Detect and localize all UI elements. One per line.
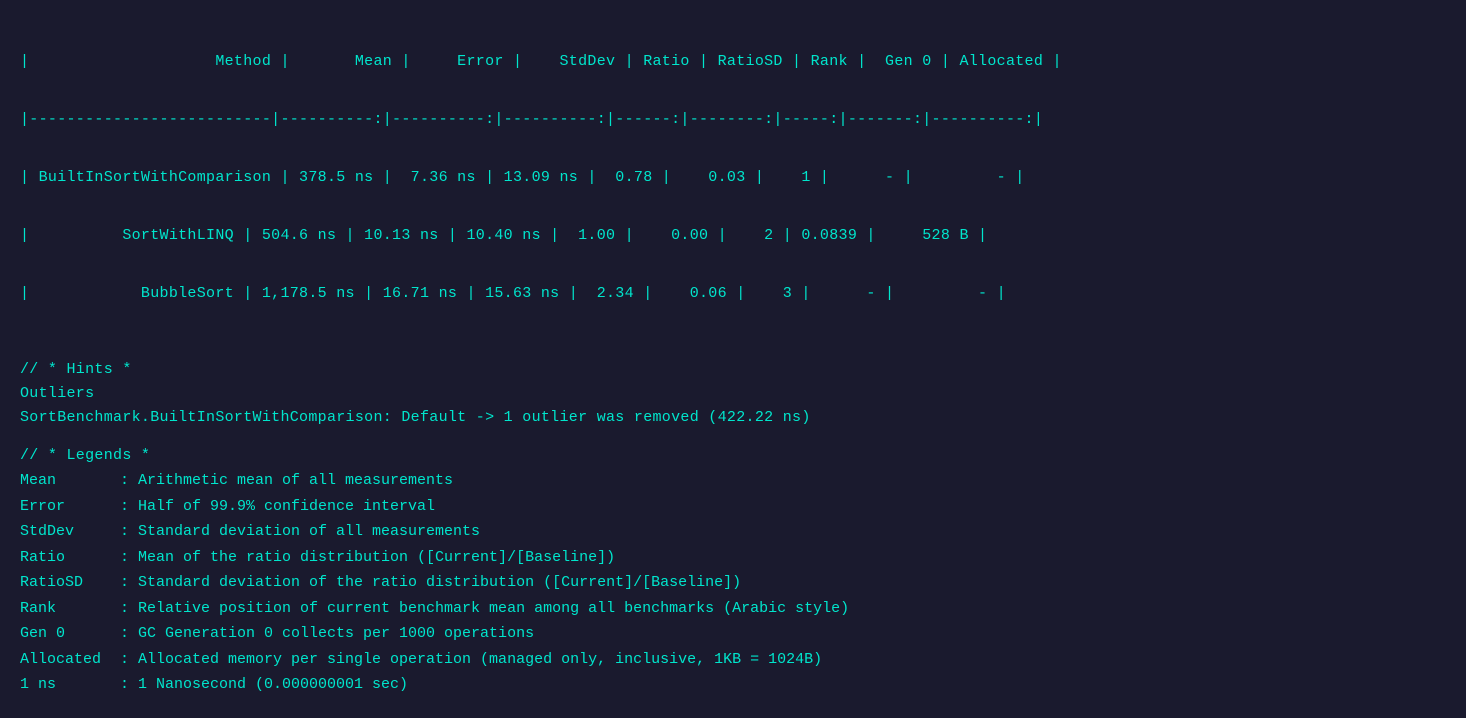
- legend-stddev-key: StdDev: [20, 519, 120, 545]
- legends-section: // * Legends * Mean : Arithmetic mean of…: [20, 444, 1446, 698]
- legend-ratiosd: RatioSD : Standard deviation of the rati…: [20, 570, 1446, 596]
- hints-comment: // * Hints *: [20, 358, 1446, 382]
- outlier-detail: SortBenchmark.BuiltInSortWithComparison:…: [20, 406, 1446, 430]
- legend-error-value: : Half of 99.9% confidence interval: [120, 494, 435, 520]
- legend-gen0-key: Gen 0: [20, 621, 120, 647]
- legend-gen0: Gen 0 : GC Generation 0 collects per 100…: [20, 621, 1446, 647]
- legend-ratio: Ratio : Mean of the ratio distribution (…: [20, 545, 1446, 571]
- legend-ratiosd-value: : Standard deviation of the ratio distri…: [120, 570, 741, 596]
- legend-stddev-value: : Standard deviation of all measurements: [120, 519, 480, 545]
- table-row-3: | BubbleSort | 1,178.5 ns | 16.71 ns | 1…: [20, 282, 1446, 306]
- legend-rank-value: : Relative position of current benchmark…: [120, 596, 849, 622]
- benchmark-table: | Method | Mean | Error | StdDev | Ratio…: [20, 16, 1446, 340]
- table-separator: |--------------------------|----------:|…: [20, 108, 1446, 132]
- benchmark-output: | Method | Mean | Error | StdDev | Ratio…: [20, 16, 1446, 698]
- legend-1ns-key: 1 ns: [20, 672, 120, 698]
- legend-1ns: 1 ns : 1 Nanosecond (0.000000001 sec): [20, 672, 1446, 698]
- legend-ratiosd-key: RatioSD: [20, 570, 120, 596]
- outliers-label: Outliers: [20, 382, 1446, 406]
- legend-mean: Mean : Arithmetic mean of all measuremen…: [20, 468, 1446, 494]
- legend-allocated-value: : Allocated memory per single operation …: [120, 647, 822, 673]
- legends-comment: // * Legends *: [20, 444, 1446, 468]
- legend-mean-value: : Arithmetic mean of all measurements: [120, 468, 453, 494]
- hints-section: // * Hints * Outliers SortBenchmark.Buil…: [20, 358, 1446, 430]
- table-row-1: | BuiltInSortWithComparison | 378.5 ns |…: [20, 166, 1446, 190]
- table-row-2: | SortWithLINQ | 504.6 ns | 10.13 ns | 1…: [20, 224, 1446, 248]
- table-header: | Method | Mean | Error | StdDev | Ratio…: [20, 50, 1446, 74]
- legend-error: Error : Half of 99.9% confidence interva…: [20, 494, 1446, 520]
- legend-rank: Rank : Relative position of current benc…: [20, 596, 1446, 622]
- legend-ratio-key: Ratio: [20, 545, 120, 571]
- legend-allocated: Allocated : Allocated memory per single …: [20, 647, 1446, 673]
- legend-gen0-value: : GC Generation 0 collects per 1000 oper…: [120, 621, 534, 647]
- legend-stddev: StdDev : Standard deviation of all measu…: [20, 519, 1446, 545]
- legend-error-key: Error: [20, 494, 120, 520]
- legend-rank-key: Rank: [20, 596, 120, 622]
- legend-1ns-value: : 1 Nanosecond (0.000000001 sec): [120, 672, 408, 698]
- legend-mean-key: Mean: [20, 468, 120, 494]
- legend-allocated-key: Allocated: [20, 647, 120, 673]
- legend-ratio-value: : Mean of the ratio distribution ([Curre…: [120, 545, 615, 571]
